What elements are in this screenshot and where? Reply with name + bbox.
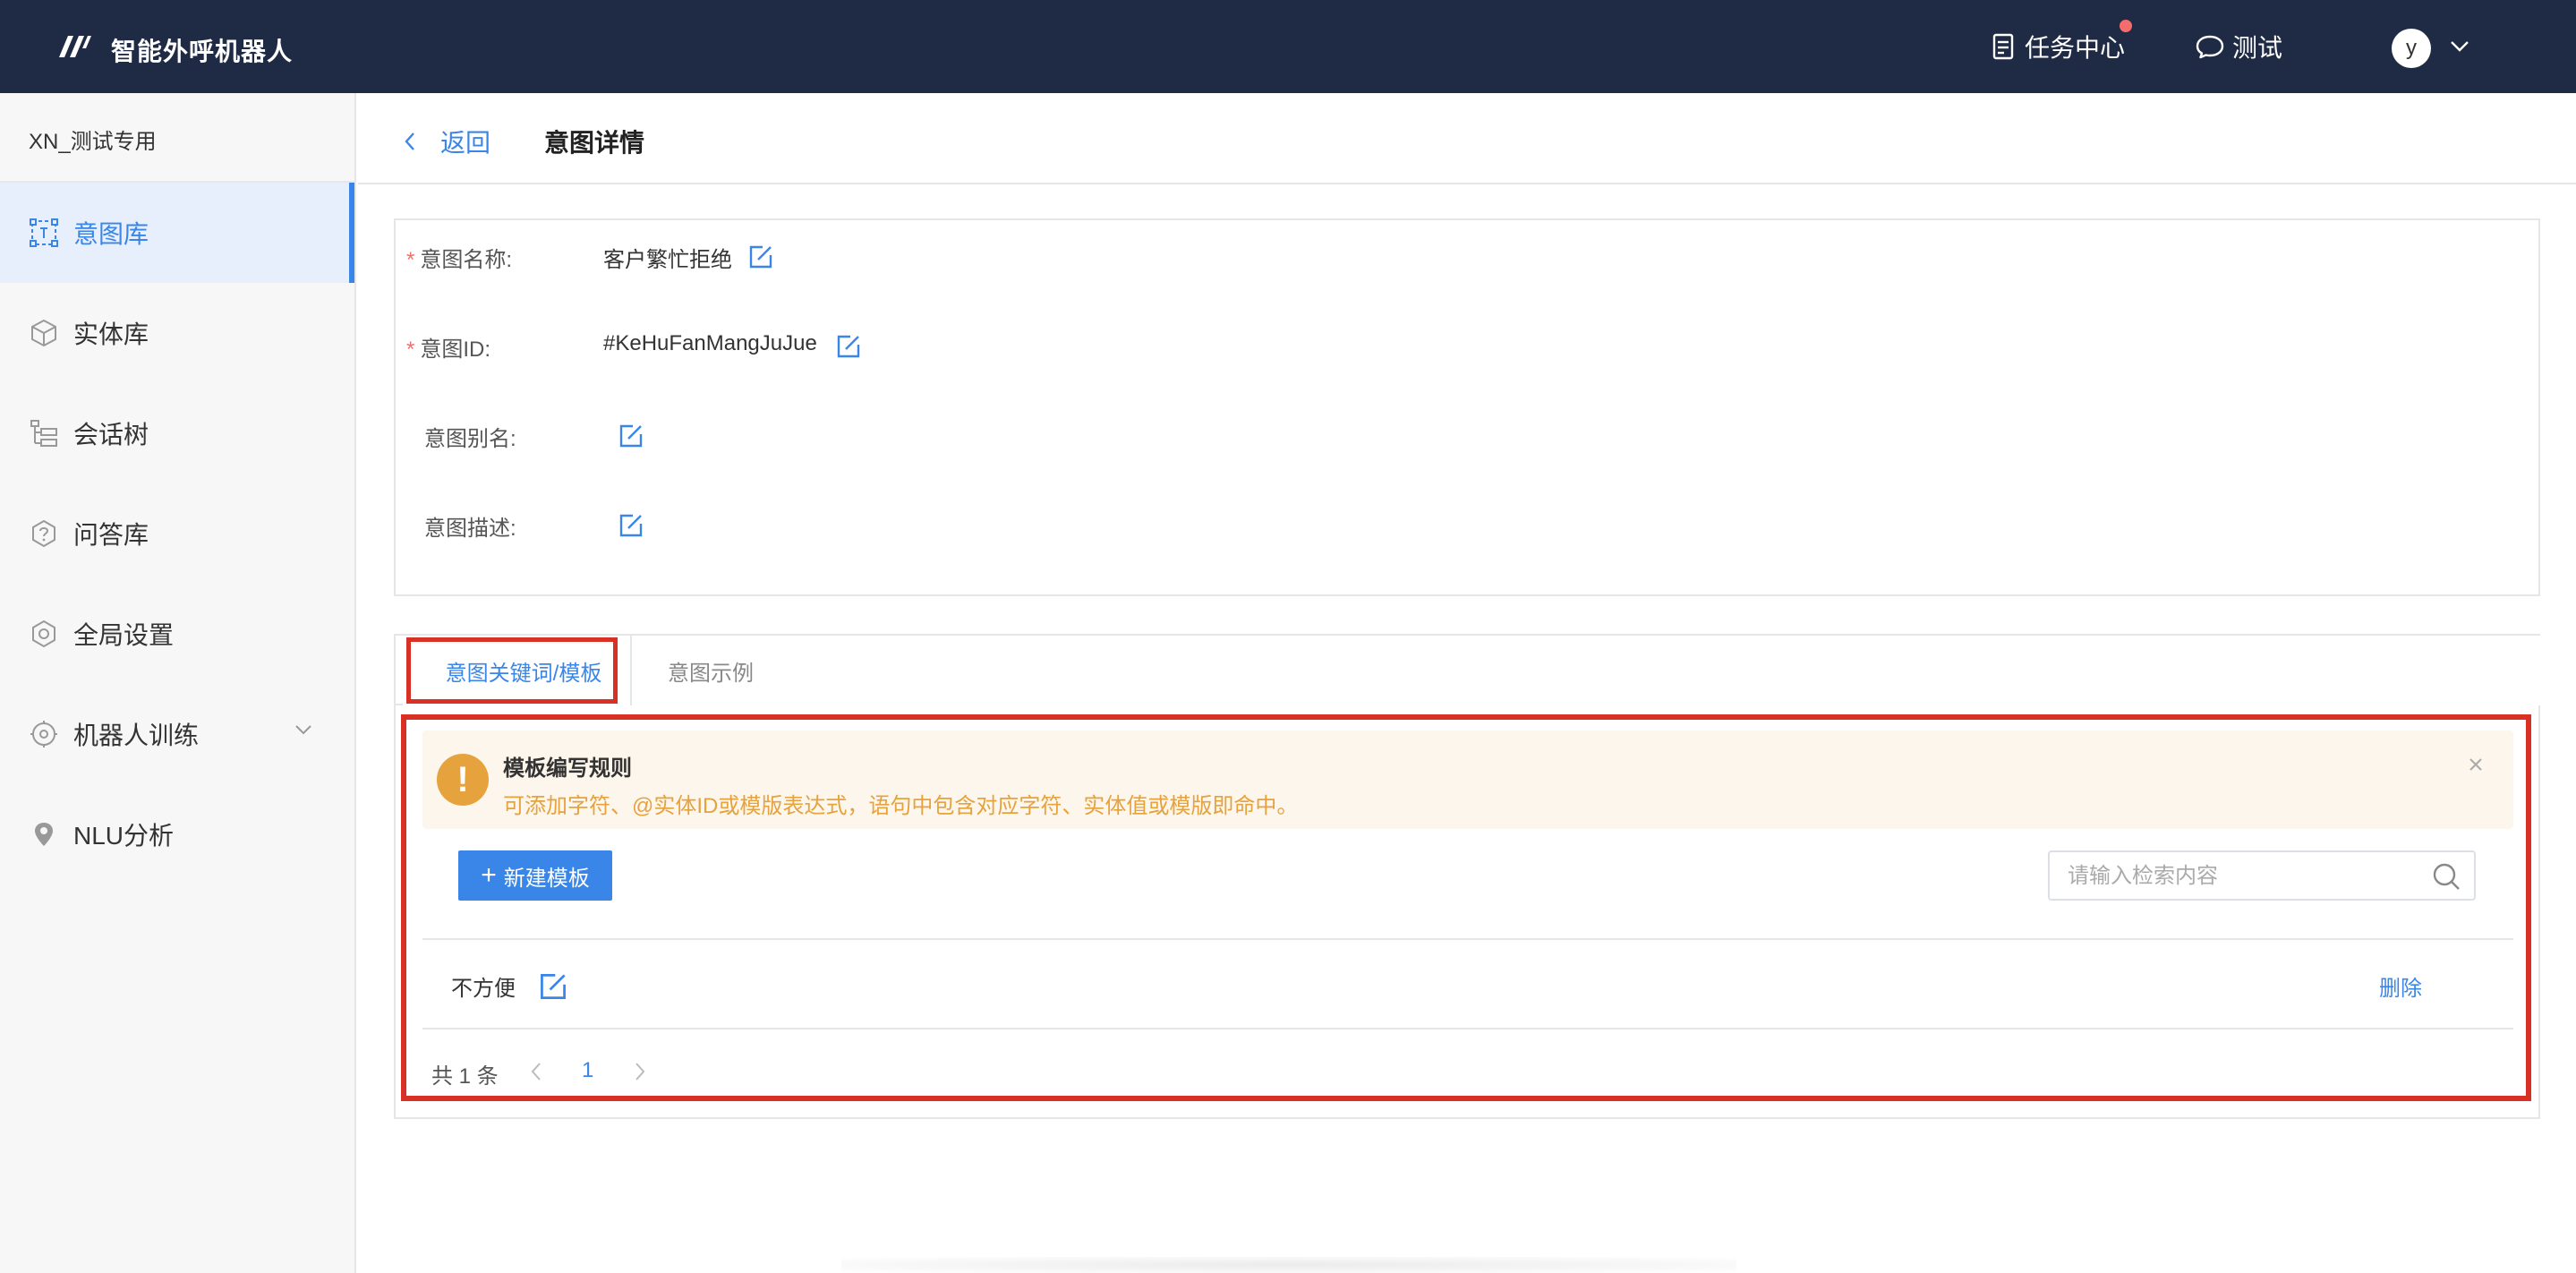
intent-name-value: 客户繁忙拒绝 [603, 248, 732, 272]
plus-icon: + [481, 860, 497, 890]
alert-description: 可添加字符、@实体ID或模版表达式，语句中包含对应字符、实体值或模版即命中。 [503, 794, 1299, 818]
table-divider [422, 938, 2513, 940]
avatar[interactable]: y [2392, 29, 2431, 68]
intent-description-label: 意图描述: [424, 517, 516, 541]
bottom-shadow [841, 1257, 1736, 1273]
edit-icon[interactable] [618, 513, 644, 538]
tab-intent-examples[interactable]: 意图示例 [630, 636, 2540, 705]
sidebar: XN_测试专用 意图库 实体库 会话树 问答库 全局设置 机器人训练 NLU分析 [0, 93, 356, 1273]
sidebar-item-label: 问答库 [73, 521, 149, 549]
chevron-left-icon [405, 132, 414, 150]
back-button[interactable]: 返回 [403, 124, 490, 159]
top-bar [0, 0, 2576, 93]
app-title: 智能外呼机器人 [111, 38, 294, 65]
chevron-down-icon[interactable] [2449, 39, 2470, 54]
search-box [2048, 850, 2476, 901]
sidebar-item-label: 意图库 [73, 220, 149, 248]
back-label: 返回 [440, 129, 491, 157]
test-label: 测试 [2232, 34, 2283, 62]
alert-title: 模板编写规则 [503, 756, 632, 781]
sidebar-item-label: 会话树 [73, 421, 149, 449]
page-title: 意图详情 [544, 129, 645, 157]
sidebar-item-qa-library[interactable]: 问答库 [0, 483, 354, 584]
task-center-label: 任务中心 [2025, 34, 2126, 62]
nlu-icon [29, 819, 59, 850]
sidebar-item-label: 机器人训练 [73, 722, 200, 749]
warning-icon: ! [437, 754, 489, 806]
delete-template-link[interactable]: 删除 [2379, 970, 2422, 1002]
intent-name-label: * 意图名称: [406, 248, 513, 272]
pagination-total: 共 1 条 [431, 1064, 499, 1089]
intent-icon [29, 218, 59, 248]
search-icon[interactable] [2431, 861, 2461, 892]
edit-icon[interactable] [618, 423, 644, 449]
settings-icon [29, 619, 59, 649]
header-divider [358, 183, 2576, 184]
intent-alias-label: 意图别名: [424, 427, 516, 451]
new-template-label: 新建模板 [503, 866, 590, 891]
edit-icon[interactable] [836, 334, 861, 359]
required-mark: * [406, 248, 415, 272]
edit-icon[interactable] [748, 244, 773, 269]
notification-badge [2118, 18, 2134, 34]
sidebar-item-entity-library[interactable]: 实体库 [0, 283, 354, 383]
intent-id-value: #KeHuFanMangJuJue [603, 331, 817, 355]
question-icon [29, 518, 59, 549]
table-divider [422, 1028, 2513, 1030]
project-name: XN_测试专用 [29, 130, 157, 154]
tab-keywords-templates[interactable]: 意图关键词/模板 [403, 636, 644, 705]
chevron-right-icon[interactable] [630, 1060, 650, 1083]
sidebar-item-label: NLU分析 [73, 822, 175, 850]
robot-icon [29, 719, 59, 749]
pagination-page[interactable]: 1 [582, 1058, 593, 1083]
intent-info-panel [394, 218, 2540, 596]
cube-icon [29, 318, 59, 348]
tab-label: 意图示例 [668, 661, 754, 686]
sidebar-item-label: 全局设置 [73, 621, 175, 649]
sidebar-item-nlu-analysis[interactable]: NLU分析 [0, 784, 354, 884]
document-icon [1992, 33, 2014, 60]
logo-icon [59, 36, 91, 57]
intent-id-label: * 意图ID: [406, 337, 491, 362]
chevron-left-icon[interactable] [526, 1060, 546, 1083]
chat-icon [2196, 35, 2224, 59]
tree-icon [29, 418, 59, 449]
edit-icon[interactable] [539, 972, 567, 1001]
sidebar-item-robot-training[interactable]: 机器人训练 [0, 684, 354, 784]
required-mark: * [406, 337, 415, 362]
new-template-button[interactable]: + 新建模板 [458, 850, 612, 901]
search-input[interactable] [2068, 861, 2417, 892]
test-link[interactable]: 测试 [2195, 0, 2282, 93]
task-center-link[interactable]: 任务中心 [1989, 0, 2125, 93]
chevron-down-icon [295, 725, 311, 735]
sidebar-item-label: 实体库 [73, 320, 149, 348]
sidebar-item-global-settings[interactable]: 全局设置 [0, 584, 354, 684]
sidebar-item-intent-library[interactable]: 意图库 [0, 183, 354, 283]
template-text: 不方便 [451, 977, 516, 1001]
close-icon[interactable] [2465, 754, 2486, 775]
tabs-bar: 意图关键词/模板 意图示例 [394, 634, 2540, 705]
sidebar-item-dialog-tree[interactable]: 会话树 [0, 383, 354, 483]
template-rules-alert: ! 模板编写规则 可添加字符、@实体ID或模版表达式，语句中包含对应字符、实体值… [422, 730, 2513, 829]
